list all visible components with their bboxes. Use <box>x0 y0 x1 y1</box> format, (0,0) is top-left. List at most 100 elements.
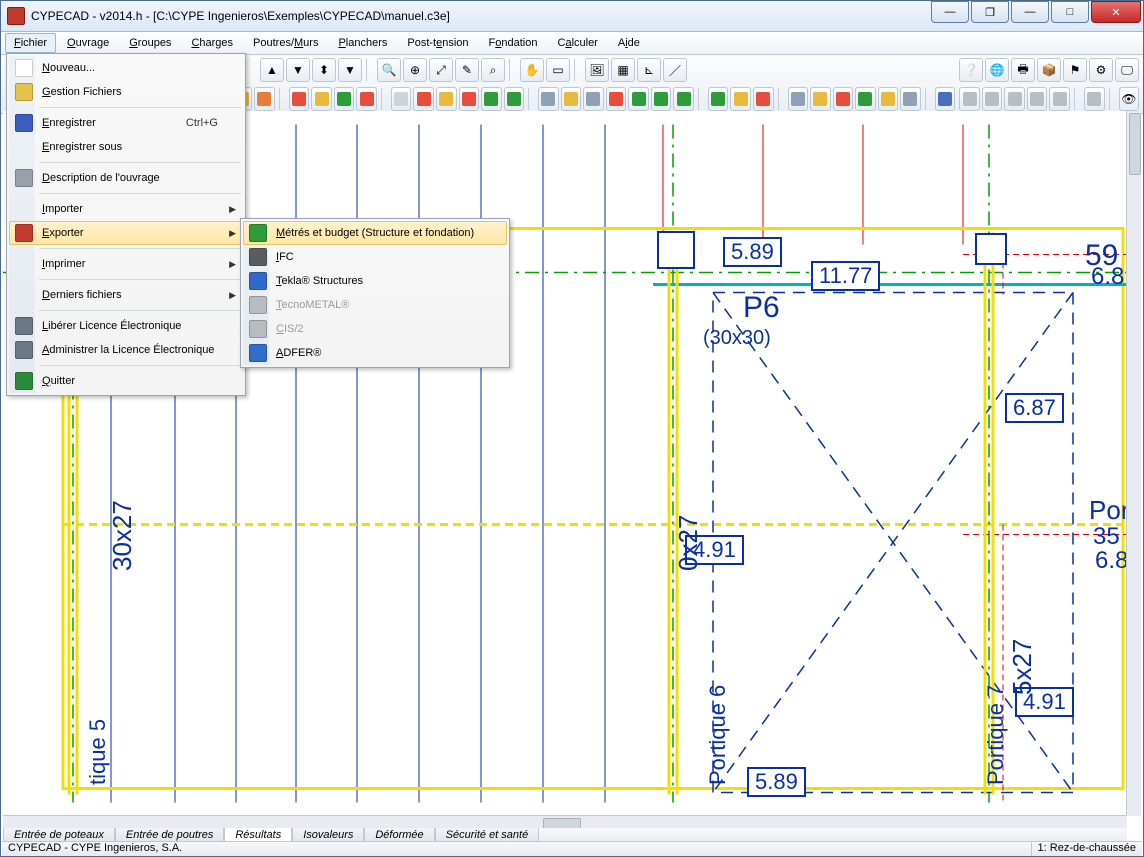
tool-globe-icon[interactable]: 🌐 <box>985 58 1009 82</box>
menu-planchers[interactable]: Planchers <box>329 33 396 53</box>
tool-p[interactable] <box>583 87 604 111</box>
tool-d[interactable] <box>289 87 310 111</box>
tool-h[interactable] <box>391 87 412 111</box>
exporter-item[interactable]: Tekla® Structures <box>243 269 507 293</box>
tool-zoom-window-icon[interactable]: ⤢ <box>429 58 453 82</box>
tool-z2[interactable] <box>878 87 899 111</box>
tool-axis-icon[interactable]: ⊾ <box>637 58 661 82</box>
tool-flag-icon[interactable]: ⚑ <box>1063 58 1087 82</box>
menu-calculer[interactable]: Calculer <box>548 33 606 53</box>
tool-u[interactable] <box>708 87 729 111</box>
menu-aide[interactable]: Aide <box>609 33 649 53</box>
menu-poutres-murs[interactable]: Poutres/Murs <box>244 33 327 53</box>
tool-zoom-lens-icon[interactable]: 🔍 <box>377 58 401 82</box>
tool-zoom-out-icon[interactable]: ⌕ <box>481 58 505 82</box>
tool-f[interactable] <box>334 87 355 111</box>
tool-updown[interactable]: ⬍ <box>312 58 336 82</box>
tool-n[interactable] <box>538 87 559 111</box>
tool-g3[interactable] <box>1004 87 1025 111</box>
tool-g6[interactable] <box>1084 87 1105 111</box>
fichier-item[interactable]: Derniers fichiers▶ <box>9 283 243 307</box>
tool-e[interactable] <box>311 87 332 111</box>
tool-l[interactable] <box>481 87 502 111</box>
fichier-item[interactable]: Nouveau... <box>9 56 243 80</box>
tool-print-icon[interactable]: 🖶 <box>1011 58 1035 82</box>
tool-m[interactable] <box>504 87 525 111</box>
tool-k[interactable] <box>459 87 480 111</box>
tool-image-icon[interactable]: 🖼 <box>585 58 609 82</box>
status-left: CYPECAD - CYPE Ingenieros, S.A. <box>2 842 1031 856</box>
tool-z3[interactable] <box>900 87 921 111</box>
tool-settings-icon[interactable]: ⚙ <box>1089 58 1113 82</box>
fichier-item[interactable]: Quitter <box>9 369 243 393</box>
tool-v[interactable] <box>730 87 751 111</box>
tool-z1[interactable] <box>855 87 876 111</box>
tool-z4[interactable] <box>935 87 956 111</box>
tool-y[interactable] <box>810 87 831 111</box>
menu-ouvrage[interactable]: Ouvrage <box>58 33 118 53</box>
label-tique5: tique 5 <box>85 719 111 785</box>
tool-measure-icon[interactable]: ✎ <box>455 58 479 82</box>
tool-t[interactable] <box>673 87 694 111</box>
tool-eye-icon[interactable]: 👁 <box>1119 87 1140 111</box>
menu-posttension[interactable]: Post-tension <box>398 33 477 53</box>
fichier-item[interactable]: Imprimer▶ <box>9 252 243 276</box>
restore-down-button[interactable]: ❐ <box>971 1 1009 23</box>
fichier-item[interactable]: Libérer Licence Électronique <box>9 314 243 338</box>
label-portique-right: Portique <box>1089 495 1127 526</box>
vertical-scrollbar[interactable] <box>1126 111 1141 816</box>
menu-groupes[interactable]: Groupes <box>120 33 180 53</box>
dim-5-89-top: 5.89 <box>723 237 782 267</box>
fichier-item[interactable]: Exporter▶ <box>9 221 243 245</box>
maximize-button[interactable]: □ <box>1051 1 1089 23</box>
tool-pan-icon[interactable]: ✋ <box>520 58 544 82</box>
tool-c[interactable] <box>254 87 275 111</box>
tool-o[interactable] <box>561 87 582 111</box>
tool-g1[interactable] <box>959 87 980 111</box>
tool-g[interactable] <box>356 87 377 111</box>
tool-x[interactable] <box>788 87 809 111</box>
fichier-item[interactable]: Importer▶ <box>9 197 243 221</box>
tool-w[interactable] <box>753 87 774 111</box>
fichier-item[interactable]: EnregistrerCtrl+G <box>9 111 243 135</box>
tool-help-icon[interactable]: ❔ <box>959 58 983 82</box>
tool-g4[interactable] <box>1027 87 1048 111</box>
bottom-tabs: Entrée de poteaux Entrée de poutres Résu… <box>3 828 1127 842</box>
menu-charges[interactable]: Charges <box>182 33 242 53</box>
fichier-item[interactable]: Gestion Fichiers <box>9 80 243 104</box>
tool-r[interactable] <box>628 87 649 111</box>
label-p6-sub: (30x30) <box>703 327 771 350</box>
dim-5-89-bot: 5.89 <box>747 767 806 797</box>
tool-z[interactable] <box>833 87 854 111</box>
dim-68-b: 6.8 <box>1095 547 1127 575</box>
tool-s[interactable] <box>651 87 672 111</box>
exporter-submenu: Métrés et budget (Structure et fondation… <box>240 218 510 368</box>
exporter-item: CIS/2 <box>243 317 507 341</box>
menu-fondation[interactable]: Fondation <box>480 33 547 53</box>
fichier-item[interactable]: Enregistrer sous <box>9 135 243 159</box>
exporter-item[interactable]: Métrés et budget (Structure et fondation… <box>243 221 507 245</box>
tool-grid-icon[interactable]: ▦ <box>611 58 635 82</box>
tool-down2[interactable]: ▼ <box>338 58 362 82</box>
fichier-item[interactable]: Administrer la Licence Électronique <box>9 338 243 362</box>
close-button[interactable]: ✕ <box>1091 1 1141 23</box>
fichier-item[interactable]: Description de l'ouvrage <box>9 166 243 190</box>
tool-line-icon[interactable]: ／ <box>663 58 687 82</box>
tool-window-icon[interactable]: ▭ <box>546 58 570 82</box>
tool-down-triangle[interactable]: ▼ <box>286 58 310 82</box>
tool-box-icon[interactable]: 📦 <box>1037 58 1061 82</box>
tool-g2[interactable] <box>982 87 1003 111</box>
tool-zoom-extents-icon[interactable]: ⊕ <box>403 58 427 82</box>
tool-j[interactable] <box>436 87 457 111</box>
exporter-item: TecnoMETAL® <box>243 293 507 317</box>
tool-up-triangle[interactable]: ▲ <box>260 58 284 82</box>
menu-fichier[interactable]: Fichier <box>5 33 56 53</box>
exporter-item[interactable]: IFC <box>243 245 507 269</box>
tool-g5[interactable] <box>1049 87 1070 111</box>
tool-i[interactable] <box>413 87 434 111</box>
minimize2-button[interactable]: — <box>1011 1 1049 23</box>
tool-q[interactable] <box>606 87 627 111</box>
tool-screen-icon[interactable]: 🖵 <box>1115 58 1139 82</box>
exporter-item[interactable]: ADFER® <box>243 341 507 365</box>
minimize-button[interactable]: — <box>931 1 969 23</box>
